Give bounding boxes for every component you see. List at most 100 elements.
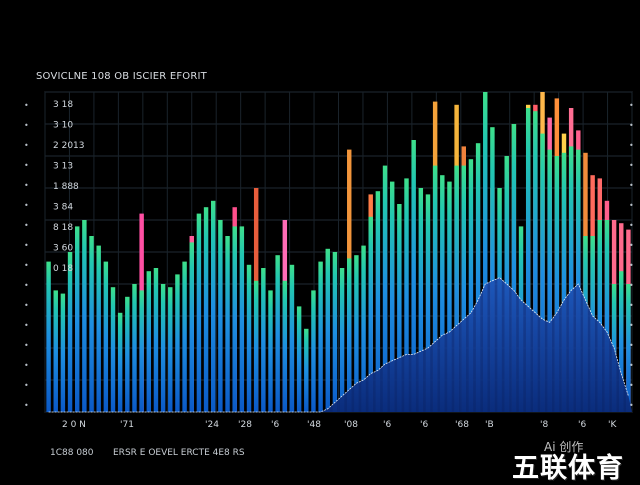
right-axis-mark: • [629,381,634,390]
bar [339,268,345,412]
right-axis-mark: • [629,181,634,190]
footer-right-label: ERSR E OEVEL ERCTE 4E8 RS [113,448,245,458]
right-axis-mark: • [629,261,634,270]
chart-title: SOVICLNE 108 OB ISCIER EFORIT [36,71,207,82]
x-tick-label: 'K [608,420,617,430]
bar [103,261,109,412]
bar [253,280,259,412]
x-tick-label: '48 [307,420,321,430]
bar [82,220,87,412]
bar [46,261,51,412]
bar [239,226,245,412]
bar [211,200,216,412]
right-axis-mark: • [629,401,634,410]
bar [168,287,173,412]
y-tick-label: 3 13 [53,162,73,172]
y-tick-label: 8 18 [53,223,73,233]
bar [296,306,302,412]
right-axis-mark: • [629,341,634,350]
y-tick-label: 3 10 [53,121,73,131]
bar [153,268,159,412]
left-axis-mark: • [24,201,29,210]
bar [261,268,266,412]
bar [268,290,273,412]
bar [304,328,309,412]
left-axis-mark: • [24,261,29,270]
x-tick-label: '28 [238,420,252,430]
right-axis-mark: • [629,321,634,330]
bar [232,226,237,412]
bar [332,252,338,412]
x-tick-label: '71 [120,420,134,430]
left-axis-mark: • [24,341,29,350]
bar [139,290,144,412]
x-tick-label: '08 [344,420,358,430]
bar [117,312,123,412]
left-axis-mark: • [24,381,29,390]
y-tick-label: 0 18 [53,264,73,274]
x-tick-label: '6 [383,420,391,430]
x-tick-label: '6 [578,420,586,430]
footer-left-label: 1C88 080 [50,448,94,458]
bar [182,261,187,412]
watermark-logo: 五联体育 [512,453,624,484]
bar [74,226,80,412]
bar [110,287,116,412]
left-axis-mark: • [24,401,29,410]
bar [275,255,280,412]
bar [218,220,223,412]
bar [311,290,316,412]
x-tick-label: '24 [205,420,219,430]
x-tick-label: '8 [540,420,548,430]
right-axis-mark: • [629,281,634,290]
bar [53,290,58,412]
bar [246,264,252,412]
right-axis-mark: • [629,241,634,250]
bar [160,284,166,412]
y-tick-label: 3 18 [53,100,73,110]
bar [60,293,66,412]
left-axis-mark: • [24,181,29,190]
left-axis-mark: • [24,221,29,230]
left-axis-mark: • [24,241,29,250]
bar [146,271,152,412]
y-tick-label: 3 84 [53,203,73,213]
y-tick-label: 1 888 [53,182,79,192]
bar [282,280,288,412]
bar [318,261,323,412]
left-axis-mark: • [24,141,29,150]
bar [289,264,295,412]
left-axis-mark: • [24,301,29,310]
bar [325,248,330,412]
right-axis-mark: • [629,361,634,370]
right-axis-mark: • [629,161,634,170]
x-tick-label: '68 [455,420,469,430]
x-tick-label: '6 [420,420,428,430]
left-axis-mark: • [24,281,29,290]
bar [175,274,180,412]
bar [132,284,137,412]
bar [67,252,73,412]
bar [196,213,202,412]
x-tick-label: '6 [271,420,279,430]
left-axis-mark: • [24,161,29,170]
y-tick-label: 2 2013 [53,141,85,151]
left-axis-mark: • [24,321,29,330]
bar [89,236,94,412]
y-tick-label: 3 60 [53,244,73,254]
bar [125,296,130,412]
bar [189,242,194,412]
bar [225,236,230,412]
right-axis-mark: • [629,221,634,230]
left-axis-mark: • [24,101,29,110]
x-tick-label: 2 0 N [62,420,86,430]
bar [203,207,209,412]
right-axis-mark: • [629,141,634,150]
right-axis-mark: • [629,201,634,210]
left-axis-mark: • [24,121,29,130]
x-tick-label: 'B [485,420,494,430]
right-axis-mark: • [629,101,634,110]
left-axis-mark: • [24,361,29,370]
right-axis-mark: • [629,121,634,130]
bar [96,245,101,412]
